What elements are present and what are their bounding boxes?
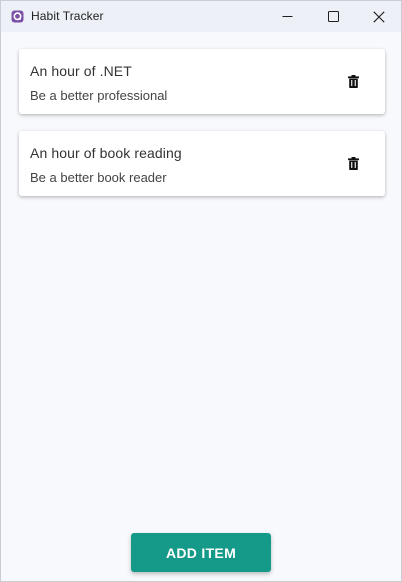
trash-icon xyxy=(347,74,359,88)
minimize-button[interactable] xyxy=(264,1,310,32)
habit-subtitle: Be a better book reader xyxy=(30,170,167,185)
app-icon xyxy=(11,10,24,23)
close-icon xyxy=(373,10,385,23)
minimize-icon xyxy=(282,16,292,17)
maximize-icon xyxy=(327,11,339,22)
close-button[interactable] xyxy=(356,1,401,32)
habit-card[interactable]: An hour of .NET Be a better professional xyxy=(19,49,385,114)
title-bar[interactable]: Habit Tracker xyxy=(1,1,401,32)
app-window: Habit Tracker An hour of .NET Be a bette… xyxy=(0,0,402,582)
habit-card[interactable]: An hour of book reading Be a better book… xyxy=(19,131,385,196)
trash-icon xyxy=(347,156,359,170)
maximize-button[interactable] xyxy=(310,1,356,32)
delete-button[interactable] xyxy=(341,69,365,93)
habit-subtitle: Be a better professional xyxy=(30,88,168,103)
delete-button[interactable] xyxy=(341,151,365,175)
window-title: Habit Tracker xyxy=(31,9,104,23)
add-item-button[interactable]: ADD ITEM xyxy=(131,533,271,572)
habit-title: An hour of book reading xyxy=(30,145,182,161)
habit-title: An hour of .NET xyxy=(30,63,132,79)
habit-list: An hour of .NET Be a better professional… xyxy=(19,49,385,213)
